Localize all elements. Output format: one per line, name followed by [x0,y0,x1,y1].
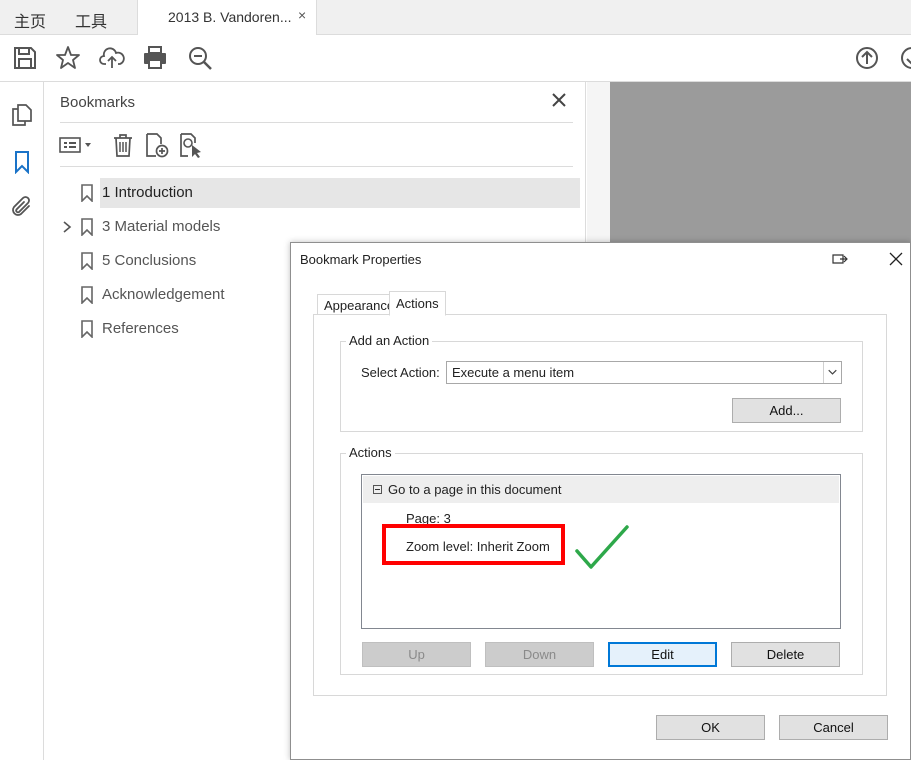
attachment-icon[interactable] [10,195,34,219]
zoom-search-icon[interactable] [187,45,213,71]
chevron-right-icon[interactable] [60,219,74,235]
tab-home[interactable]: 主页 [14,8,46,32]
tree-node-go-to-page[interactable]: Go to a page in this document [363,476,839,503]
bookmark-ribbon-icon [81,286,93,304]
page-up-icon[interactable] [854,45,880,71]
edit-button[interactable]: Edit [608,642,717,667]
bookmark-item[interactable]: 1 Introduction [60,178,580,208]
up-button[interactable]: Up [362,642,471,667]
ok-button[interactable]: OK [656,715,765,740]
print-icon[interactable] [142,45,168,71]
options-menu-icon[interactable] [58,132,96,158]
down-button[interactable]: Down [485,642,594,667]
highlight-annotation-box [382,524,565,565]
bookmark-label: References [102,320,179,337]
page-down-icon[interactable] [899,45,911,71]
dialog-snap-icon[interactable] [832,251,848,267]
select-action-value: Execute a menu item [452,365,575,380]
star-icon[interactable] [55,45,81,71]
delete-icon[interactable] [110,132,136,158]
delete-button[interactable]: Delete [731,642,840,667]
tab-actions[interactable]: Actions [389,291,446,316]
tree-node-label: Go to a page in this document [388,482,562,497]
bookmark-ribbon-icon [81,184,93,202]
dialog-title: Bookmark Properties [300,252,422,267]
bookmark-ribbon-icon [81,218,93,236]
actions-group-label: Actions [346,445,395,460]
chevron-down-icon [823,362,837,383]
select-action-label: Select Action: [361,365,440,380]
close-panel-icon[interactable] [550,91,568,109]
cancel-button[interactable]: Cancel [779,715,888,740]
dialog-close-icon[interactable] [888,251,904,267]
bookmark-properties-dialog: Bookmark Properties Appearance Actions A… [290,242,911,760]
tab-document[interactable]: 2013 B. Vandoren... × [137,0,317,35]
save-icon[interactable] [12,45,38,71]
bookmark-label: Acknowledgement [102,286,225,303]
bookmark-label: 5 Conclusions [102,252,197,269]
pages-icon[interactable] [10,103,34,127]
cloud-upload-icon[interactable] [99,45,125,71]
actions-tab-content: Add an Action Select Action: Execute a m… [313,314,887,696]
tab-bar: 主页 工具 2013 B. Vandoren... × [0,0,911,35]
select-action-dropdown[interactable]: Execute a menu item [446,361,842,384]
panel-divider [60,166,573,167]
bookmark-icon[interactable] [10,150,34,174]
bookmark-ribbon-icon [81,252,93,270]
bookmark-item[interactable]: 3 Material models [60,212,580,242]
checkmark-icon [575,525,629,569]
close-tab-icon[interactable]: × [298,7,306,23]
tab-tools[interactable]: 工具 [75,8,107,32]
add-action-button[interactable]: Add... [732,398,841,423]
panel-divider [60,122,573,123]
bookmark-label: 1 Introduction [102,184,193,201]
new-bookmark-icon[interactable] [144,132,170,158]
new-bookmark-from-structure-icon[interactable] [178,132,204,158]
main-toolbar [0,35,911,82]
document-tab-title: 2013 B. Vandoren... [168,9,292,25]
bookmark-label: 3 Material models [102,218,221,235]
bookmark-ribbon-icon [81,320,93,338]
collapse-icon[interactable] [373,485,382,494]
bookmarks-panel-title: Bookmarks [60,94,136,111]
add-action-group-label: Add an Action [346,333,433,348]
add-action-group: Add an Action Select Action: Execute a m… [340,333,863,432]
navigation-rail [0,82,44,760]
